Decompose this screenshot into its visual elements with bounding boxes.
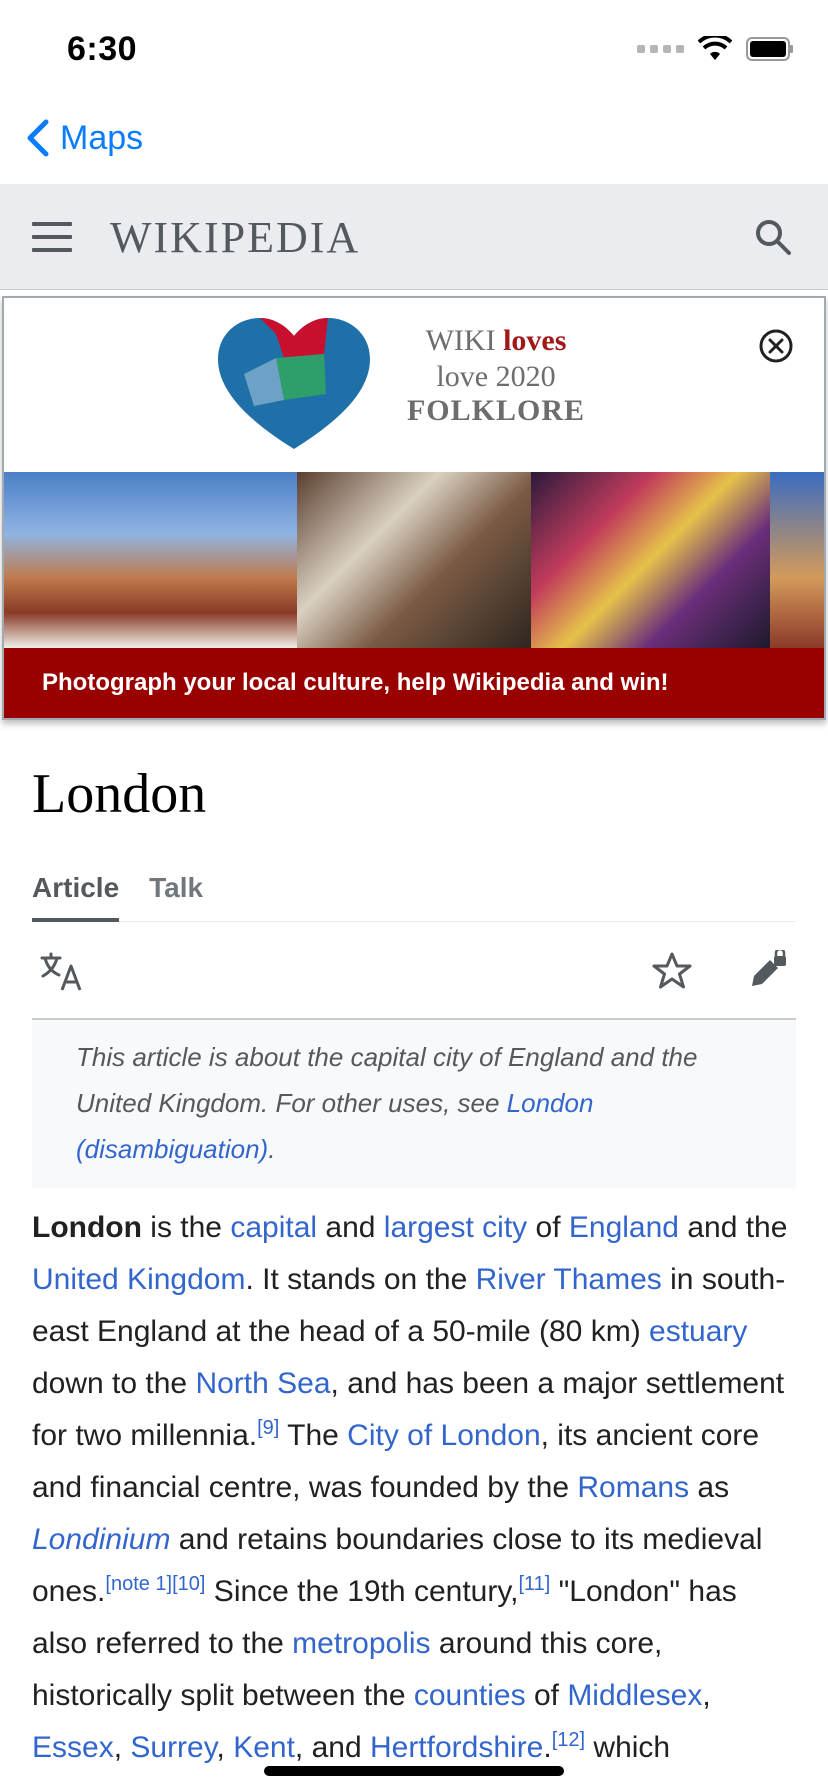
- lead-text: which: [585, 1731, 671, 1764]
- link-kent[interactable]: Kent: [233, 1731, 295, 1764]
- language-icon[interactable]: [40, 952, 84, 997]
- folk-orchestra-photo: [531, 472, 771, 648]
- banner-line1-bold: loves: [503, 324, 567, 357]
- banner-photo-strip: [4, 472, 824, 648]
- link-romans[interactable]: Romans: [577, 1471, 689, 1504]
- tab-talk[interactable]: Talk: [149, 860, 203, 921]
- folk-dancers-photo: [4, 472, 297, 648]
- lead-text: as: [689, 1471, 730, 1504]
- article-tabs: Article Talk: [32, 860, 796, 922]
- wikipedia-header: WIKIPEDIA: [0, 184, 828, 290]
- page-title: London: [32, 763, 207, 825]
- lead-text: The: [279, 1419, 348, 1452]
- link-capital[interactable]: capital: [230, 1211, 317, 1244]
- lead-text: of: [527, 1211, 569, 1244]
- lead-text: ,: [702, 1679, 711, 1712]
- cellular-signal-icon: [637, 45, 684, 53]
- citation-9[interactable]: [9]: [257, 1417, 279, 1439]
- link-counties[interactable]: counties: [414, 1679, 526, 1712]
- lead-text: is the: [141, 1211, 231, 1244]
- banner-campaign-text: WIKI loves love 2020 FOLKLORE: [396, 324, 596, 428]
- citation-11[interactable]: [11]: [518, 1573, 550, 1595]
- lead-text: ,: [113, 1731, 131, 1764]
- banner-line3: FOLKLORE: [406, 394, 586, 427]
- link-england[interactable]: England: [569, 1211, 679, 1244]
- lead-paragraph: London is the capital and largest city o…: [32, 1202, 796, 1774]
- banner-logo-area: WIKI loves love 2020 FOLKLORE: [4, 298, 824, 472]
- lead-text: , and: [294, 1731, 370, 1764]
- lead-text: of: [525, 1679, 568, 1712]
- lead-text: and the: [678, 1211, 788, 1244]
- article-content: London Article Talk This article is abou…: [32, 740, 796, 1774]
- wikipedia-wordmark[interactable]: WIKIPEDIA: [110, 212, 360, 263]
- banner-line2: love 2020: [436, 360, 556, 393]
- link-middlesex[interactable]: Middlesex: [567, 1679, 702, 1712]
- home-indicator[interactable]: [264, 1766, 564, 1776]
- link-essex[interactable]: Essex: [32, 1731, 114, 1764]
- banner-line1-prefix: WIKI: [425, 324, 496, 357]
- status-time: 6:30: [67, 30, 138, 68]
- lead-text: . It stands on the: [245, 1263, 476, 1296]
- link-north-sea[interactable]: North Sea: [195, 1367, 330, 1400]
- folk-musicians-photo: [296, 472, 532, 648]
- page-actions-toolbar: [32, 922, 796, 1020]
- hatnote-suffix: .: [268, 1134, 276, 1164]
- search-icon[interactable]: [754, 218, 792, 261]
- banner-cta[interactable]: Photograph your local culture, help Wiki…: [4, 648, 824, 718]
- link-estuary[interactable]: estuary: [649, 1315, 747, 1348]
- link-metropolis[interactable]: metropolis: [292, 1627, 430, 1660]
- link-river-thames[interactable]: River Thames: [476, 1263, 662, 1296]
- star-icon[interactable]: [652, 952, 692, 995]
- edit-locked-icon[interactable]: [748, 947, 788, 995]
- link-city-of-london[interactable]: City of London: [347, 1419, 540, 1452]
- citation-10[interactable]: [10]: [172, 1573, 205, 1595]
- link-londinium[interactable]: Londinium: [32, 1523, 170, 1556]
- link-united-kingdom[interactable]: United Kingdom: [32, 1263, 245, 1296]
- link-largest-city[interactable]: largest city: [384, 1211, 527, 1244]
- back-label: Maps: [60, 118, 144, 157]
- link-surrey[interactable]: Surrey: [130, 1731, 216, 1764]
- campaign-banner[interactable]: WIKI loves love 2020 FOLKLORE Photograph…: [2, 296, 826, 720]
- folk-photo-partial: [770, 472, 824, 648]
- link-hertfordshire[interactable]: Hertfordshire: [370, 1731, 543, 1764]
- back-to-maps-button[interactable]: Maps: [24, 118, 143, 158]
- lead-text: and: [317, 1211, 384, 1244]
- lead-text: down to the: [32, 1367, 196, 1400]
- lead-text: Since the 19th century,: [205, 1575, 519, 1608]
- hatnote-text: This article is about the capital city o…: [76, 1042, 698, 1118]
- tab-article[interactable]: Article: [32, 860, 120, 922]
- close-circle-icon[interactable]: [758, 328, 794, 369]
- lead-subject: London: [32, 1211, 142, 1244]
- battery-icon: [746, 37, 794, 61]
- lead-text: ,: [216, 1731, 234, 1764]
- hatnote: This article is about the capital city o…: [32, 1020, 796, 1188]
- citation-12[interactable]: [12]: [552, 1729, 585, 1751]
- lead-text: .: [543, 1731, 552, 1764]
- status-icons: [637, 36, 794, 62]
- status-bar: 6:30: [0, 0, 828, 100]
- hamburger-menu-icon[interactable]: [32, 222, 72, 254]
- chevron-left-icon: [27, 119, 49, 157]
- back-nav-bar: Maps: [0, 100, 828, 184]
- wifi-icon: [698, 36, 732, 62]
- puzzle-heart-logo: [214, 314, 374, 459]
- citation-note-1[interactable]: [note 1]: [105, 1573, 172, 1595]
